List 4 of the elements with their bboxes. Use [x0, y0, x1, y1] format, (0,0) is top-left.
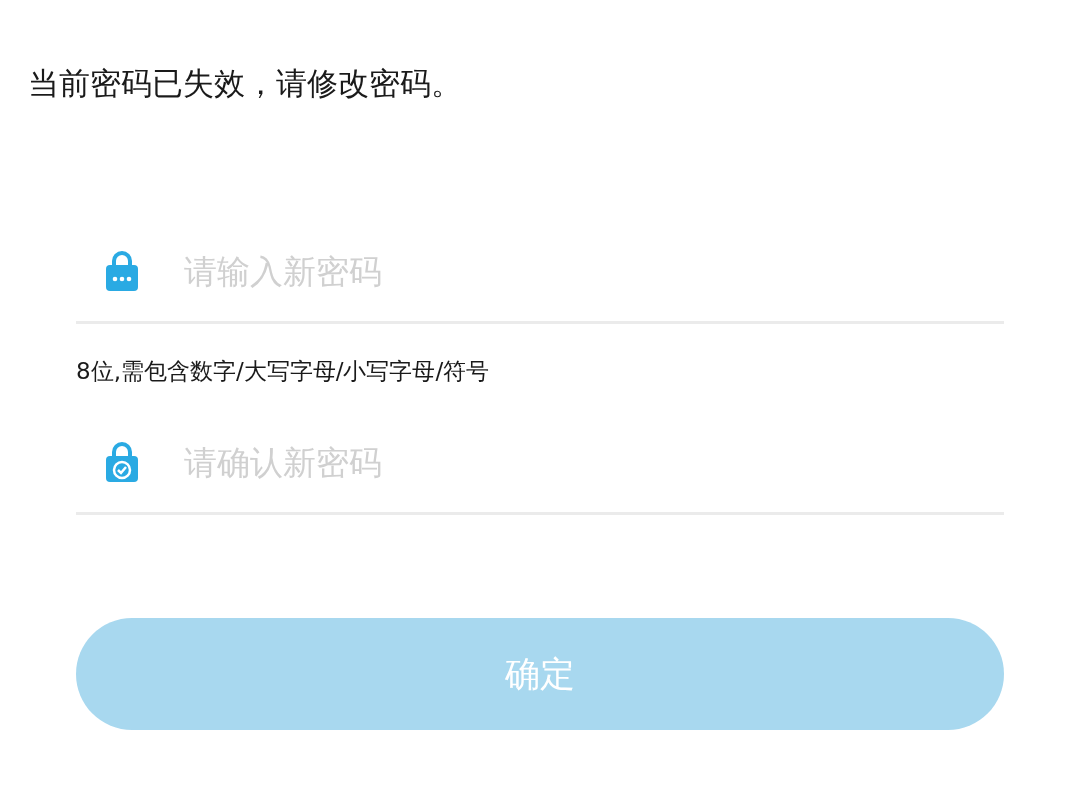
password-hint: 8位,需包含数字/大写字母/小写字母/符号 [76, 357, 491, 386]
lock-check-icon [104, 441, 140, 483]
expired-message: 当前密码已失效，请修改密码。 [28, 64, 463, 103]
lock-icon [104, 250, 140, 292]
